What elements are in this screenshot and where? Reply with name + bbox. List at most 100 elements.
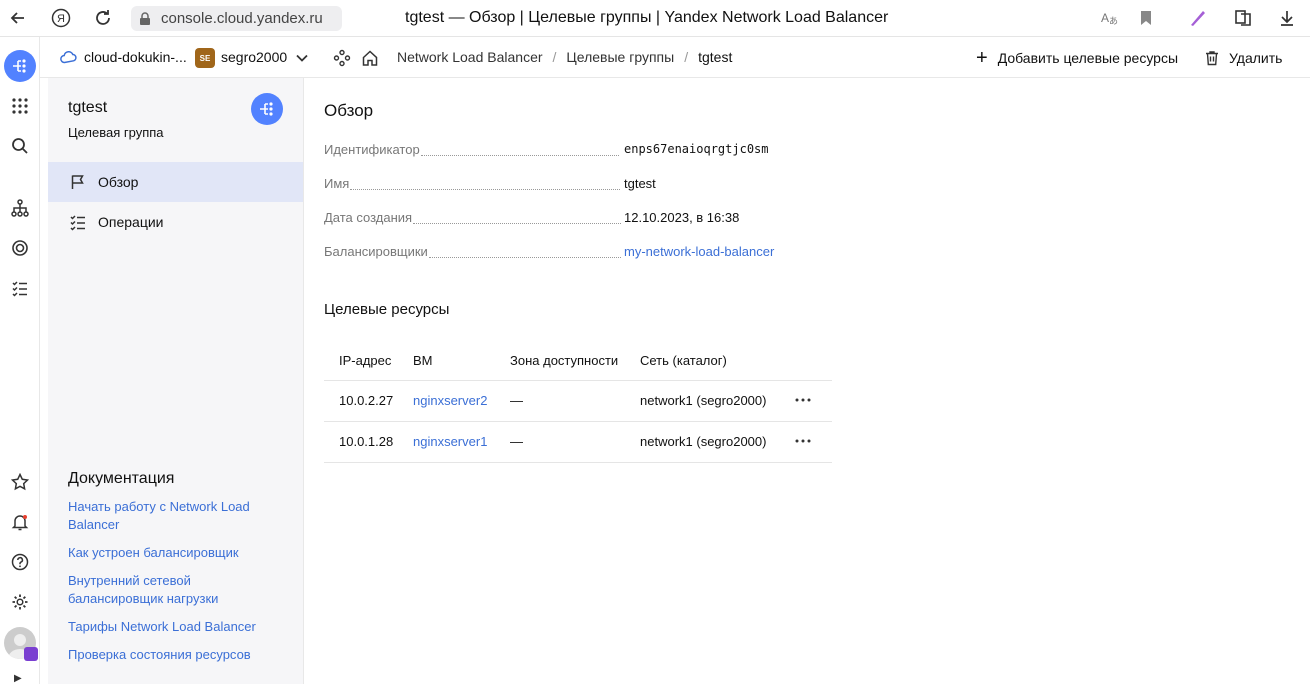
overview-heading: Обзор (324, 101, 374, 120)
folder-badge: SE (195, 48, 215, 68)
collections-icon[interactable] (1233, 8, 1253, 28)
targets-table: IP-адрес ВМ Зона доступности Сеть (катал… (324, 341, 832, 463)
breadcrumb-separator: / (684, 49, 689, 65)
services-icon[interactable] (333, 49, 351, 67)
load-balancer-icon (251, 93, 283, 125)
sidebar-item-operations[interactable]: Операции (48, 202, 303, 242)
resource-type: Целевая группа (68, 125, 164, 140)
cell-zone: — (510, 393, 523, 408)
cell-zone: — (510, 434, 523, 449)
org-badge-icon (24, 647, 38, 661)
checklist-icon[interactable] (9, 277, 31, 299)
dotted-leader (350, 189, 621, 190)
balancer-link[interactable]: my-network-load-balancer (624, 244, 774, 259)
browser-toolbar: Я console.cloud.yandex.ru tgtest — Обзор… (0, 0, 1310, 37)
prop-id: Идентификатор enps67enaioqrgtjc0sm (324, 142, 784, 160)
delete-button[interactable]: Удалить (1204, 47, 1282, 69)
main-content: Обзор Идентификатор enps67enaioqrgtjc0sm… (304, 78, 1310, 684)
folder-selector[interactable]: segro2000 (221, 49, 287, 65)
breadcrumb: Network Load Balancer / Целевые группы /… (397, 49, 732, 65)
prop-key: Идентификатор (324, 142, 420, 157)
checklist-icon (70, 215, 85, 231)
load-balancer-icon (13, 59, 26, 73)
dotted-leader (428, 257, 621, 258)
sidebar-item-label: Операции (98, 214, 164, 230)
cell-ip: 10.0.2.27 (339, 393, 394, 408)
home-icon[interactable] (361, 49, 379, 67)
trash-icon (1206, 51, 1218, 66)
doc-link[interactable]: Как устроен балансировщик (68, 544, 283, 562)
table-row: 10.0.1.28 nginxserver1 — network1 (segro… (324, 422, 832, 463)
collapse-arrow-icon[interactable]: ▶ (14, 673, 22, 684)
hierarchy-icon[interactable] (9, 197, 31, 219)
prop-value: tgtest (624, 176, 656, 191)
cloud-icon (60, 50, 77, 64)
cell-network: network1 (segro2000) (640, 434, 767, 449)
column-header: Сеть (каталог) (640, 353, 727, 368)
all-services-grid-icon[interactable] (9, 95, 31, 117)
breadcrumb-target-groups[interactable]: Целевые группы (566, 49, 674, 65)
prop-name: Имя tgtest (324, 176, 784, 194)
lock-icon (140, 11, 150, 25)
add-target-resources-label: Добавить целевые ресурсы (997, 50, 1179, 66)
plus-icon: + (976, 47, 988, 69)
column-header: ВМ (413, 353, 433, 368)
favorites-star-icon[interactable] (9, 471, 31, 493)
doc-link[interactable]: Тарифы Network Load Balancer (68, 618, 283, 636)
prop-created: Дата создания 12.10.2023, в 16:38 (324, 210, 784, 228)
svg-text:Я: Я (57, 13, 65, 25)
prop-key: Имя (324, 176, 350, 191)
prop-balancers: Балансировщики my-network-load-balancer (324, 244, 784, 262)
svg-text:A: A (1101, 11, 1109, 25)
help-icon[interactable] (9, 551, 31, 573)
chevron-down-icon[interactable] (295, 51, 309, 65)
docs-heading: Документация (68, 470, 175, 487)
svg-text:あ: あ (1109, 16, 1118, 27)
more-actions-icon[interactable] (794, 432, 812, 450)
url-text: console.cloud.yandex.ru (161, 10, 323, 27)
doc-link[interactable]: Внутренний сетевой балансировщик нагрузк… (68, 572, 283, 608)
bookmark-icon[interactable] (1136, 8, 1156, 28)
back-arrow-icon[interactable] (8, 8, 28, 28)
context-header: cloud-dokukin-... SE segro2000 Network L… (40, 37, 1310, 78)
notifications-bell-icon[interactable] (9, 511, 31, 533)
resource-sidebar: tgtest Целевая группа Обзор Операции Док… (48, 78, 304, 684)
sidebar-item-label: Обзор (98, 174, 139, 190)
cell-network: network1 (segro2000) (640, 393, 767, 408)
doc-link[interactable]: Проверка состояния ресурсов (68, 646, 283, 664)
breadcrumb-nlb[interactable]: Network Load Balancer (397, 49, 543, 65)
column-header: Зона доступности (510, 353, 619, 368)
breadcrumb-separator: / (552, 49, 557, 65)
resource-title: tgtest (68, 99, 108, 116)
cell-vm-link[interactable]: nginxserver2 (413, 393, 487, 408)
download-icon[interactable] (1277, 8, 1297, 28)
translate-icon[interactable]: Aあ (1099, 8, 1119, 28)
settings-gear-icon[interactable] (9, 591, 31, 613)
pen-icon[interactable] (1188, 8, 1208, 28)
yandex-browser-icon[interactable]: Я (51, 8, 71, 28)
cell-vm-link[interactable]: nginxserver1 (413, 434, 487, 449)
nlb-service-button[interactable] (4, 50, 36, 82)
cloud-name: cloud-dokukin-... (84, 49, 187, 65)
prop-value: enps67enaioqrgtjc0sm (624, 142, 769, 156)
targets-heading: Целевые ресурсы (324, 301, 450, 318)
search-icon[interactable] (9, 135, 31, 157)
dotted-leader (420, 155, 619, 156)
more-actions-icon[interactable] (794, 391, 812, 409)
reload-icon[interactable] (93, 8, 113, 28)
cloud-selector[interactable]: cloud-dokukin-... (60, 49, 187, 65)
prop-value: 12.10.2023, в 16:38 (624, 210, 740, 225)
prop-key: Дата создания (324, 210, 413, 225)
flag-icon (71, 175, 84, 189)
dotted-leader (413, 223, 622, 224)
sidebar-item-overview[interactable]: Обзор (48, 162, 303, 202)
address-bar[interactable]: console.cloud.yandex.ru (131, 6, 342, 31)
browser-page-title: tgtest — Обзор | Целевые группы | Yandex… (405, 9, 889, 26)
doc-link[interactable]: Начать работу с Network Load Balancer (68, 498, 283, 534)
breadcrumb-current: tgtest (698, 49, 733, 65)
target-icon[interactable] (9, 237, 31, 259)
add-target-resources-button[interactable]: + Добавить целевые ресурсы (976, 47, 1178, 69)
column-header: IP-адрес (339, 353, 392, 368)
cell-ip: 10.0.1.28 (339, 434, 394, 449)
prop-key: Балансировщики (324, 244, 428, 259)
